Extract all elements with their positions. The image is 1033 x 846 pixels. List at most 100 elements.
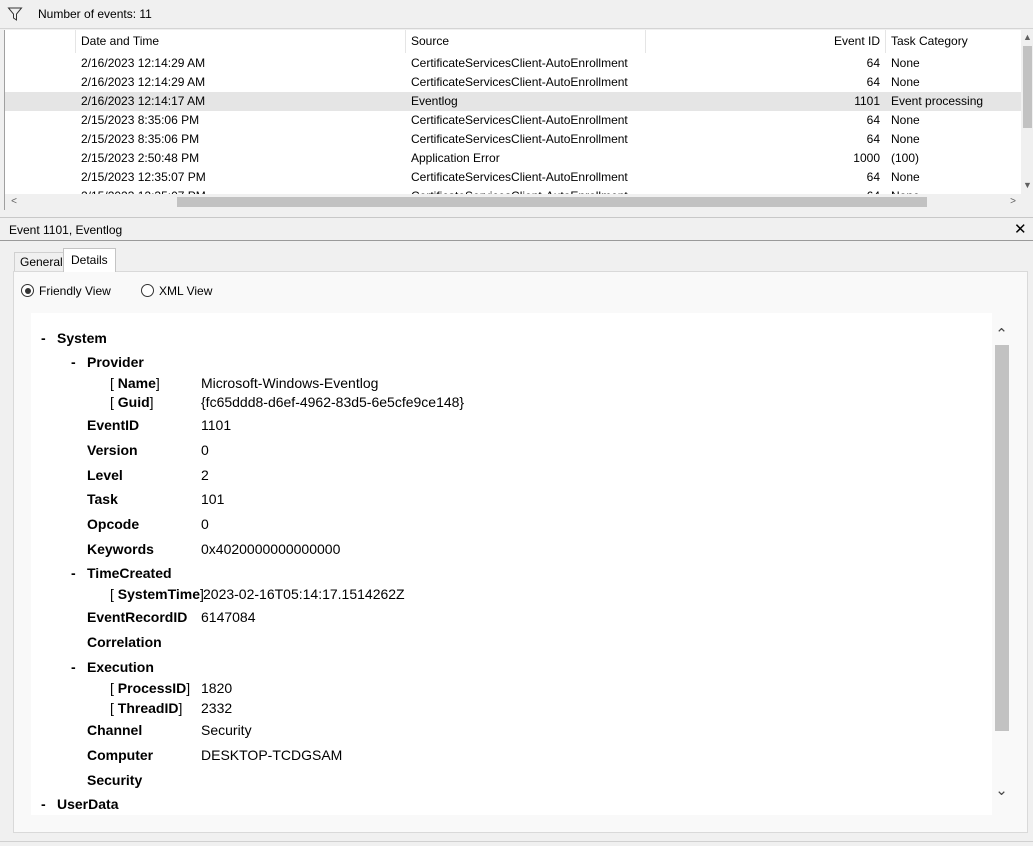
event-row[interactable]: 2/15/2023 8:35:06 PM CertificateServices… [5, 130, 1021, 149]
node-execution: Execution [87, 659, 154, 675]
pane-splitter[interactable] [0, 210, 1033, 218]
event-date: 2/15/2023 2:50:48 PM [81, 151, 200, 165]
event-row[interactable]: 2/15/2023 2:50:48 PM Application Error 1… [5, 149, 1021, 168]
attr-processid-value: 1820 [201, 680, 233, 696]
opcode-key: Opcode [87, 516, 140, 532]
radio-unselected-icon [141, 284, 154, 297]
detail-title: Event 1101, Eventlog [9, 223, 123, 237]
attr-threadid-value: 2332 [201, 700, 233, 716]
event-category: None [891, 56, 920, 70]
event-category: None [891, 75, 920, 89]
level-key: Level [87, 467, 123, 483]
chevron-down-icon[interactable]: ⌄ [993, 781, 1010, 799]
event-category: Event processing [891, 94, 984, 108]
column-header-level[interactable] [5, 30, 75, 53]
event-source: CertificateServicesClient-AutoEnrollment [411, 56, 628, 70]
column-header-event-id[interactable]: Event ID [645, 30, 885, 53]
event-source: CertificateServicesClient-AutoEnrollment [411, 113, 628, 127]
scroll-left-icon[interactable]: < [7, 194, 21, 210]
attr-processid-key: [ ProcessID] [110, 680, 191, 696]
event-source: Application Error [411, 151, 500, 165]
event-source: CertificateServicesClient-AutoEnrollment [411, 170, 628, 184]
event-row[interactable]: 2/15/2023 8:35:06 PM CertificateServices… [5, 111, 1021, 130]
attr-systemtime-label: SystemTime [117, 586, 201, 602]
event-source: Eventlog [411, 94, 458, 108]
event-id: 64 [866, 75, 880, 89]
scroll-up-icon[interactable]: ▲ [1021, 30, 1033, 44]
eventid-value: 1101 [201, 417, 232, 433]
collapse-system-toggle[interactable]: - [41, 330, 46, 346]
event-id: 64 [866, 56, 880, 70]
events-list[interactable]: Date and Time Source Event ID Task Categ… [4, 30, 1033, 210]
eventid-key: EventID [87, 417, 140, 433]
attr-systemtime-key: [ SystemTime] [110, 586, 204, 602]
attr-guid-key: [ Guid] [110, 394, 154, 410]
event-source: CertificateServicesClient-AutoEnrollment [411, 132, 628, 146]
scrollbar-thumb[interactable] [995, 345, 1009, 731]
computer-key: Computer [87, 747, 154, 763]
scroll-down-icon[interactable]: ▼ [1021, 178, 1033, 192]
list-vertical-scrollbar[interactable]: ▲ ▼ [1021, 30, 1033, 194]
keywords-value: 0x4020000000000000 [201, 541, 341, 557]
column-header-source[interactable]: Source [405, 30, 645, 53]
event-date: 2/15/2023 8:35:06 PM [81, 113, 200, 127]
collapse-execution-toggle[interactable]: - [71, 659, 76, 675]
event-id: 1101 [854, 94, 880, 108]
event-date: 2/15/2023 8:35:06 PM [81, 132, 200, 146]
scroll-right-icon[interactable]: > [1006, 194, 1020, 210]
opcode-value: 0 [201, 516, 209, 532]
event-row-selected[interactable]: 2/16/2023 12:14:17 AM Eventlog 1101 Even… [5, 92, 1021, 111]
event-date: 2/16/2023 12:14:29 AM [81, 56, 206, 70]
column-header-task-category[interactable]: Task Category [885, 30, 1021, 53]
xml-view-label: XML View [159, 284, 213, 298]
collapse-userdata-toggle[interactable]: - [41, 796, 46, 812]
channel-key: Channel [87, 722, 143, 738]
node-system: System [57, 330, 107, 346]
event-row[interactable]: 2/16/2023 12:14:29 AM CertificateService… [5, 73, 1021, 92]
level-value: 2 [201, 467, 209, 483]
event-category: None [891, 170, 920, 184]
list-horizontal-scrollbar[interactable]: < > [5, 194, 1033, 210]
collapse-timecreated-toggle[interactable]: - [71, 565, 76, 581]
node-provider: Provider [87, 354, 144, 370]
xml-view-radio[interactable]: XML View [141, 284, 212, 298]
attr-threadid-label: ThreadID [117, 700, 179, 716]
friendly-view-content: - System - Provider [ Name] Microsoft-Wi… [31, 313, 992, 815]
event-row[interactable]: 2/15/2023 12:35:07 PM CertificateService… [5, 168, 1021, 187]
attr-name-label: Name [117, 375, 156, 391]
tab-details[interactable]: Details [63, 248, 116, 272]
scrollbar-thumb[interactable] [177, 197, 927, 207]
version-value: 0 [201, 442, 209, 458]
chevron-up-icon[interactable]: ⌃ [993, 325, 1010, 343]
event-id: 1000 [853, 151, 880, 165]
event-date: 2/15/2023 12:35:07 PM [81, 170, 206, 184]
close-icon[interactable]: ✕ [1014, 220, 1027, 238]
attr-name-key: [ Name] [110, 375, 160, 391]
event-count: Number of events: 11 [38, 7, 152, 21]
recordid-value: 6147084 [201, 609, 256, 625]
friendly-view-radio[interactable]: Friendly View [21, 284, 111, 298]
tab-general[interactable]: General [14, 252, 69, 271]
channel-value: Security [201, 722, 252, 738]
friendly-view-label: Friendly View [39, 284, 111, 298]
event-date: 2/16/2023 12:14:29 AM [81, 75, 206, 89]
event-row[interactable]: 2/16/2023 12:14:29 AM CertificateService… [5, 54, 1021, 73]
event-category: (100) [891, 151, 920, 165]
task-key: Task [87, 491, 118, 507]
detail-header: Event 1101, Eventlog ✕ [0, 219, 1033, 241]
collapse-provider-toggle[interactable]: - [71, 354, 76, 370]
bottom-border [0, 841, 1033, 846]
version-key: Version [87, 442, 138, 458]
filter-icon[interactable] [7, 6, 23, 22]
node-userdata: UserData [57, 796, 119, 812]
details-vertical-scrollbar[interactable]: ⌃ ⌄ [992, 325, 1009, 803]
task-value: 101 [201, 491, 225, 507]
node-timecreated: TimeCreated [87, 565, 172, 581]
column-header-date[interactable]: Date and Time [75, 30, 405, 53]
radio-selected-icon [21, 284, 34, 297]
event-id: 64 [866, 132, 880, 146]
event-category: None [891, 132, 920, 146]
filter-bar: Number of events: 11 [0, 0, 1033, 29]
recordid-key: EventRecordID [87, 609, 188, 625]
scrollbar-thumb[interactable] [1023, 46, 1032, 128]
